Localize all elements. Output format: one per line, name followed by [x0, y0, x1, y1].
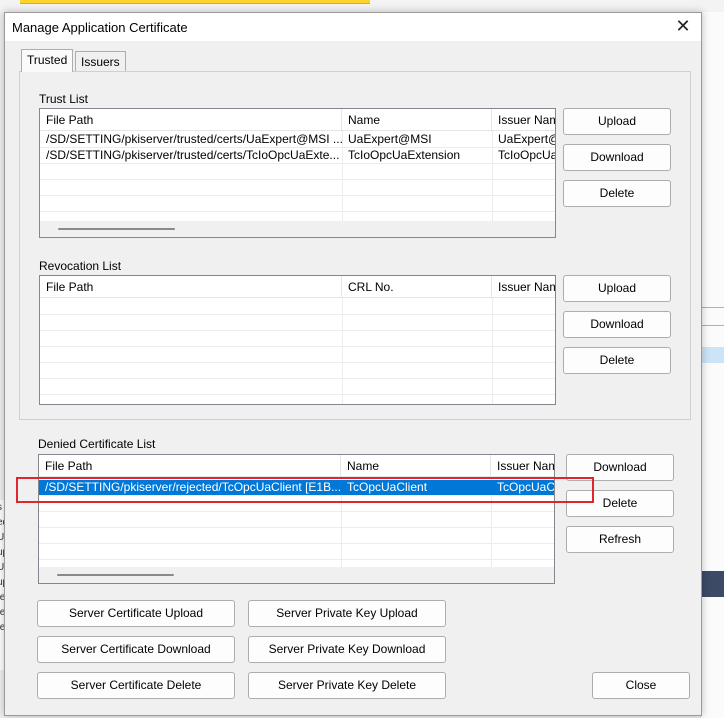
cell-file-path: /SD/SETTING/pkiserver/trusted/certs/TcIo…: [46, 148, 340, 162]
dialog-title: Manage Application Certificate: [12, 20, 188, 35]
cell-name: TcOpcUaClient: [347, 480, 428, 494]
empty-row: [39, 512, 554, 528]
horizontal-scrollbar[interactable]: [40, 221, 555, 237]
column-header-file-path[interactable]: File Path: [40, 276, 342, 298]
empty-row: [40, 315, 555, 331]
revocation-download-button[interactable]: Download: [563, 311, 671, 338]
trust-download-button[interactable]: Download: [563, 144, 671, 171]
table-row-selected[interactable]: /SD/SETTING/pkiserver/rejected/TcOpcUaCl…: [39, 480, 554, 496]
tab-issuers[interactable]: Issuers: [75, 51, 126, 71]
empty-row: [40, 180, 555, 196]
tab-trusted[interactable]: Trusted: [21, 49, 74, 72]
server-certificate-download-button[interactable]: Server Certificate Download: [37, 636, 235, 663]
trust-delete-button[interactable]: Delete: [563, 180, 671, 207]
revocation-delete-button[interactable]: Delete: [563, 347, 671, 374]
background-right-panel: [700, 12, 724, 718]
cell-file-path: /SD/SETTING/pkiserver/rejected/TcOpcUaCl…: [45, 480, 341, 494]
trust-list-view[interactable]: File Path Name Issuer Nam /SD/SETTING/pk…: [39, 108, 556, 238]
close-icon[interactable]: ✕: [671, 15, 695, 39]
cell-name: TcIoOpcUaExtension: [348, 148, 461, 162]
cell-issuer: UaExpert@I: [498, 132, 555, 146]
empty-row: [40, 196, 555, 212]
revocation-list-label: Revocation List: [39, 259, 122, 273]
empty-row: [40, 331, 555, 347]
background-selected-row: [700, 347, 724, 363]
denied-delete-button[interactable]: Delete: [566, 490, 674, 517]
scrollbar-thumb[interactable]: [58, 228, 175, 230]
server-private-key-delete-button[interactable]: Server Private Key Delete: [248, 672, 446, 699]
empty-row: [40, 379, 555, 395]
table-row[interactable]: /SD/SETTING/pkiserver/trusted/certs/UaEx…: [40, 132, 555, 148]
background-toolbar: [700, 571, 724, 597]
empty-row: [39, 528, 554, 544]
background-divider: [700, 307, 724, 308]
table-row[interactable]: /SD/SETTING/pkiserver/trusted/certs/TcIo…: [40, 148, 555, 164]
manage-certificate-dialog: Manage Application Certificate ✕ Trusted…: [4, 12, 702, 716]
trust-upload-button[interactable]: Upload: [563, 108, 671, 135]
column-header-issuer[interactable]: Issuer Nam: [492, 276, 555, 298]
server-private-key-download-button[interactable]: Server Private Key Download: [248, 636, 446, 663]
server-private-key-upload-button[interactable]: Server Private Key Upload: [248, 600, 446, 627]
empty-row: [40, 347, 555, 363]
denied-refresh-button[interactable]: Refresh: [566, 526, 674, 553]
background-divider: [700, 325, 724, 326]
cell-name: UaExpert@MSI: [348, 132, 432, 146]
empty-row: [40, 164, 555, 180]
column-header-issuer[interactable]: Issuer Nam: [492, 109, 555, 131]
close-button[interactable]: Close: [592, 672, 690, 699]
cell-issuer: TcOpcUaCl: [497, 480, 555, 494]
background-title-bar: [20, 0, 370, 4]
column-header-crl-no[interactable]: CRL No.: [342, 276, 492, 298]
column-header-file-path[interactable]: File Path: [39, 455, 341, 477]
trust-list-label: Trust List: [39, 92, 88, 106]
denied-list-label: Denied Certificate List: [38, 437, 156, 451]
denied-list-header: File Path Name Issuer Nam: [39, 455, 554, 477]
revocation-upload-button[interactable]: Upload: [563, 275, 671, 302]
trust-list-header: File Path Name Issuer Nam: [40, 109, 555, 131]
horizontal-scrollbar[interactable]: [39, 567, 554, 583]
title-bar: Manage Application Certificate ✕: [5, 13, 701, 41]
cell-file-path: /SD/SETTING/pkiserver/trusted/certs/UaEx…: [46, 132, 342, 146]
cell-issuer: TcIoOpcUa: [498, 148, 556, 162]
empty-row: [39, 544, 554, 560]
server-certificate-delete-button[interactable]: Server Certificate Delete: [37, 672, 235, 699]
denied-download-button[interactable]: Download: [566, 454, 674, 481]
column-header-file-path[interactable]: File Path: [40, 109, 342, 131]
column-header-issuer[interactable]: Issuer Nam: [491, 455, 554, 477]
column-header-name[interactable]: Name: [342, 109, 492, 131]
trusted-tab-panel: Trust List File Path Name Issuer Nam /SD…: [19, 71, 691, 420]
column-header-name[interactable]: Name: [341, 455, 491, 477]
revocation-list-view[interactable]: File Path CRL No. Issuer Nam: [39, 275, 556, 405]
empty-row: [40, 299, 555, 315]
scrollbar-thumb[interactable]: [57, 574, 174, 576]
empty-row: [40, 363, 555, 379]
empty-row: [39, 496, 554, 512]
server-certificate-upload-button[interactable]: Server Certificate Upload: [37, 600, 235, 627]
denied-list-view[interactable]: File Path Name Issuer Nam /SD/SETTING/pk…: [38, 454, 555, 584]
revocation-list-header: File Path CRL No. Issuer Nam: [40, 276, 555, 298]
